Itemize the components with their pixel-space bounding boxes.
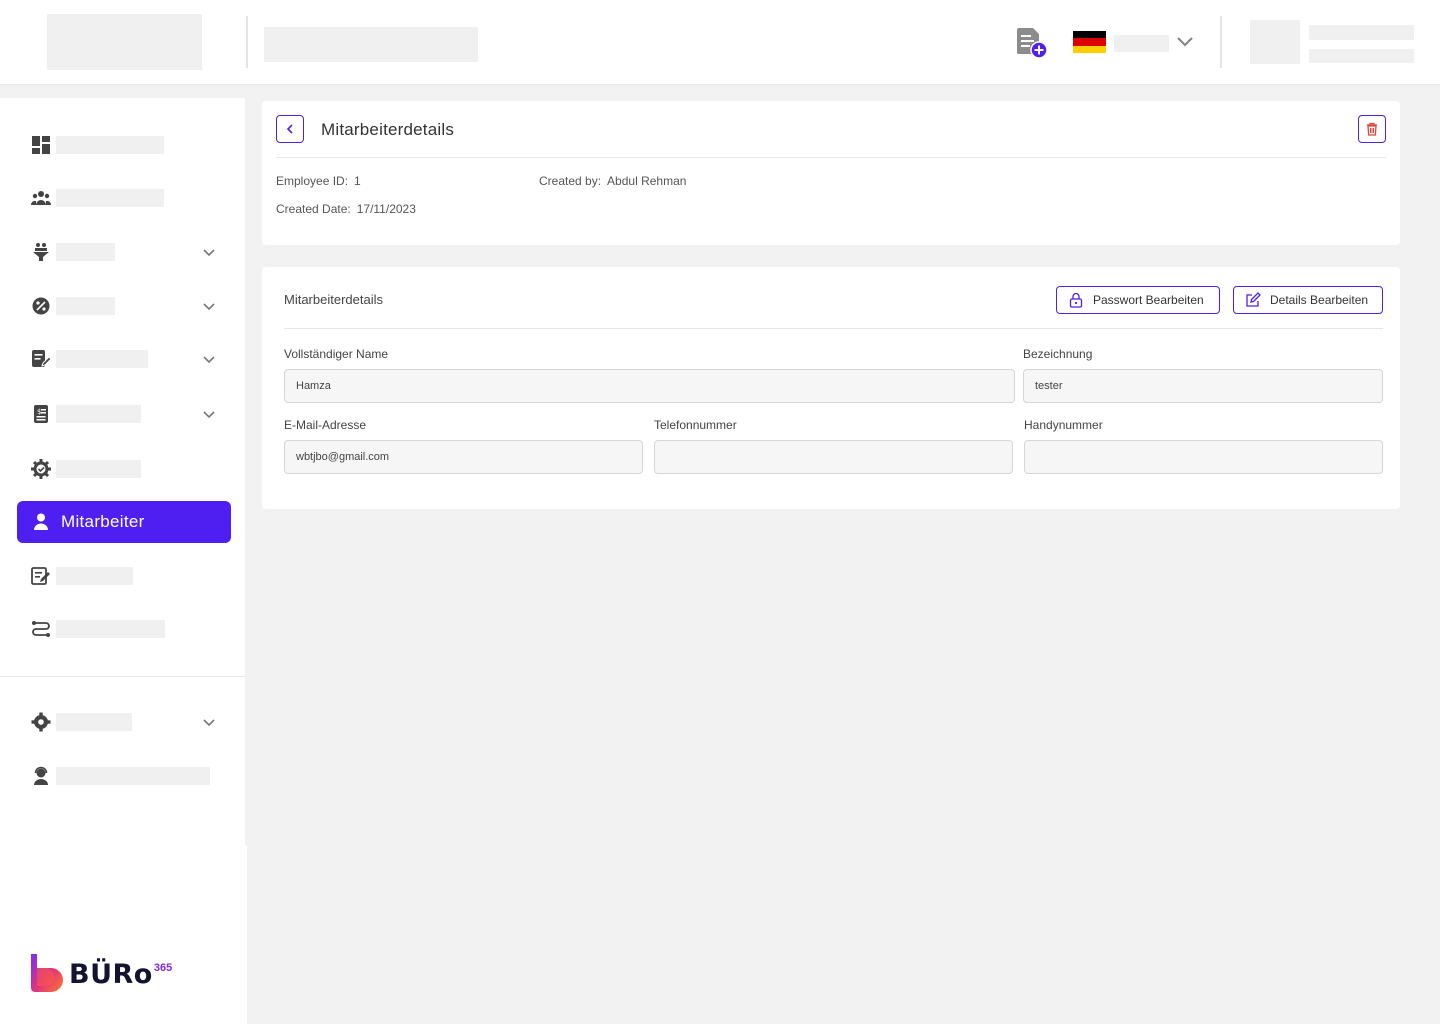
card-divider <box>284 328 1383 329</box>
sidebar-item-invoices[interactable]: $ <box>17 393 231 435</box>
created-by-label: Created by: <box>539 174 602 188</box>
chevron-down-icon <box>201 351 217 367</box>
sidebar-item-reports[interactable] <box>17 555 231 597</box>
logo-placeholder <box>47 14 202 70</box>
chevron-down-icon <box>201 714 217 730</box>
employee-id-value: 1 <box>354 174 361 188</box>
brand-logo: BÜRo 365 <box>30 950 180 998</box>
sidebar-label-placeholder <box>56 243 115 261</box>
employee-id: Employee ID: 1 <box>276 174 361 188</box>
chevron-down-icon[interactable] <box>1174 30 1196 52</box>
page-title: Mitarbeiterdetails <box>321 120 455 139</box>
full-name-field[interactable]: Hamza <box>284 369 1015 403</box>
users-group-icon <box>31 188 51 208</box>
full-name-label: Vollständiger Name <box>284 347 389 361</box>
section-title: Mitarbeiterdetails <box>284 292 383 307</box>
email-label: E-Mail-Adresse <box>284 418 367 432</box>
sidebar-item-offers[interactable] <box>17 285 231 327</box>
sidebar-divider <box>0 676 245 677</box>
mobile-field[interactable] <box>1024 440 1383 474</box>
percent-badge-icon <box>31 296 51 316</box>
dashboard-icon <box>31 135 51 155</box>
sidebar-label-placeholder <box>56 297 115 315</box>
funnel-users-icon <box>31 242 51 262</box>
sidebar-label-placeholder <box>56 460 141 478</box>
designation-label: Bezeichnung <box>1023 347 1093 361</box>
designation-field[interactable]: tester <box>1023 369 1383 403</box>
email-field[interactable]: wbtjbo@gmail.com <box>284 440 643 474</box>
delete-button[interactable] <box>1358 115 1386 143</box>
edit-password-button[interactable]: Passwort Bearbeiten <box>1056 286 1220 314</box>
user-name-placeholder <box>1309 25 1414 40</box>
sidebar-label-placeholder <box>56 713 132 731</box>
support-agent-icon <box>31 766 51 786</box>
created-by-value: Abdul Rehman <box>607 174 687 188</box>
chevron-left-icon <box>286 124 293 134</box>
route-icon <box>31 619 51 639</box>
sidebar-item-routes[interactable] <box>17 608 231 650</box>
sidebar-label-placeholder <box>56 350 148 368</box>
gear-check-icon <box>31 459 51 479</box>
edit-details-button[interactable]: Details Bearbeiten <box>1233 286 1383 314</box>
gear-icon <box>31 712 51 732</box>
invoice-icon: $ <box>31 404 51 424</box>
sidebar-item-services[interactable] <box>17 448 231 490</box>
sidebar-label-placeholder <box>56 189 164 207</box>
avatar[interactable] <box>1250 20 1300 64</box>
user-role-placeholder <box>1309 49 1414 63</box>
chevron-down-icon <box>201 406 217 422</box>
employee-summary-card: Mitarbeiterdetails Employee ID: 1 Created… <box>262 101 1400 245</box>
header-divider <box>1220 16 1222 68</box>
sidebar-label-placeholder <box>56 620 165 638</box>
header-divider <box>246 16 248 68</box>
created-by: Created by: Abdul Rehman <box>539 174 686 188</box>
brand-superscript: 365 <box>153 962 173 974</box>
germany-flag-icon[interactable] <box>1073 31 1106 53</box>
back-button[interactable] <box>276 115 304 143</box>
sidebar-item-leads[interactable] <box>17 231 231 273</box>
sidebar-label-placeholder <box>56 136 164 154</box>
edit-icon <box>1246 292 1261 307</box>
phone-field[interactable] <box>654 440 1013 474</box>
sidebar-item-support[interactable] <box>17 755 231 797</box>
brand-mark-icon <box>30 952 64 996</box>
sidebar-label-placeholder <box>56 405 141 423</box>
chevron-down-icon <box>201 244 217 260</box>
notes-edit-icon <box>31 566 51 586</box>
language-label-placeholder[interactable] <box>1114 35 1169 52</box>
trash-icon <box>1367 122 1377 136</box>
search-placeholder[interactable] <box>264 27 478 62</box>
sidebar-item-settings[interactable] <box>17 701 231 743</box>
created-date-value: 17/11/2023 <box>356 202 416 216</box>
top-bar <box>0 0 1440 84</box>
card-divider <box>276 157 1386 158</box>
sidebar-item-dashboard[interactable] <box>17 124 231 166</box>
sidebar-item-employees[interactable]: Mitarbeiter <box>17 501 231 543</box>
user-icon <box>31 512 51 532</box>
mobile-label: Handynummer <box>1024 418 1103 432</box>
sidebar-item-contracts[interactable] <box>17 338 231 380</box>
edit-password-label: Passwort Bearbeiten <box>1093 293 1204 307</box>
sidebar-item-label: Mitarbeiter <box>61 512 145 531</box>
chevron-down-icon <box>201 298 217 314</box>
svg-text:$: $ <box>37 408 41 416</box>
created-date-label: Created Date: <box>276 202 351 216</box>
employee-id-label: Employee ID: <box>276 174 349 188</box>
brand-name: BÜRo <box>69 958 153 990</box>
document-edit-icon <box>31 349 51 369</box>
created-date: Created Date: 17/11/2023 <box>276 202 416 216</box>
edit-details-label: Details Bearbeiten <box>1270 293 1369 307</box>
lock-icon <box>1069 292 1083 308</box>
employee-details-card: Mitarbeiterdetails Passwort Bearbeiten D… <box>262 267 1400 509</box>
sidebar-label-placeholder <box>56 567 133 585</box>
add-document-icon[interactable] <box>1014 25 1050 61</box>
sidebar-item-customers[interactable] <box>17 177 231 219</box>
phone-label: Telefonnummer <box>654 418 737 432</box>
sidebar-label-placeholder <box>56 767 210 785</box>
